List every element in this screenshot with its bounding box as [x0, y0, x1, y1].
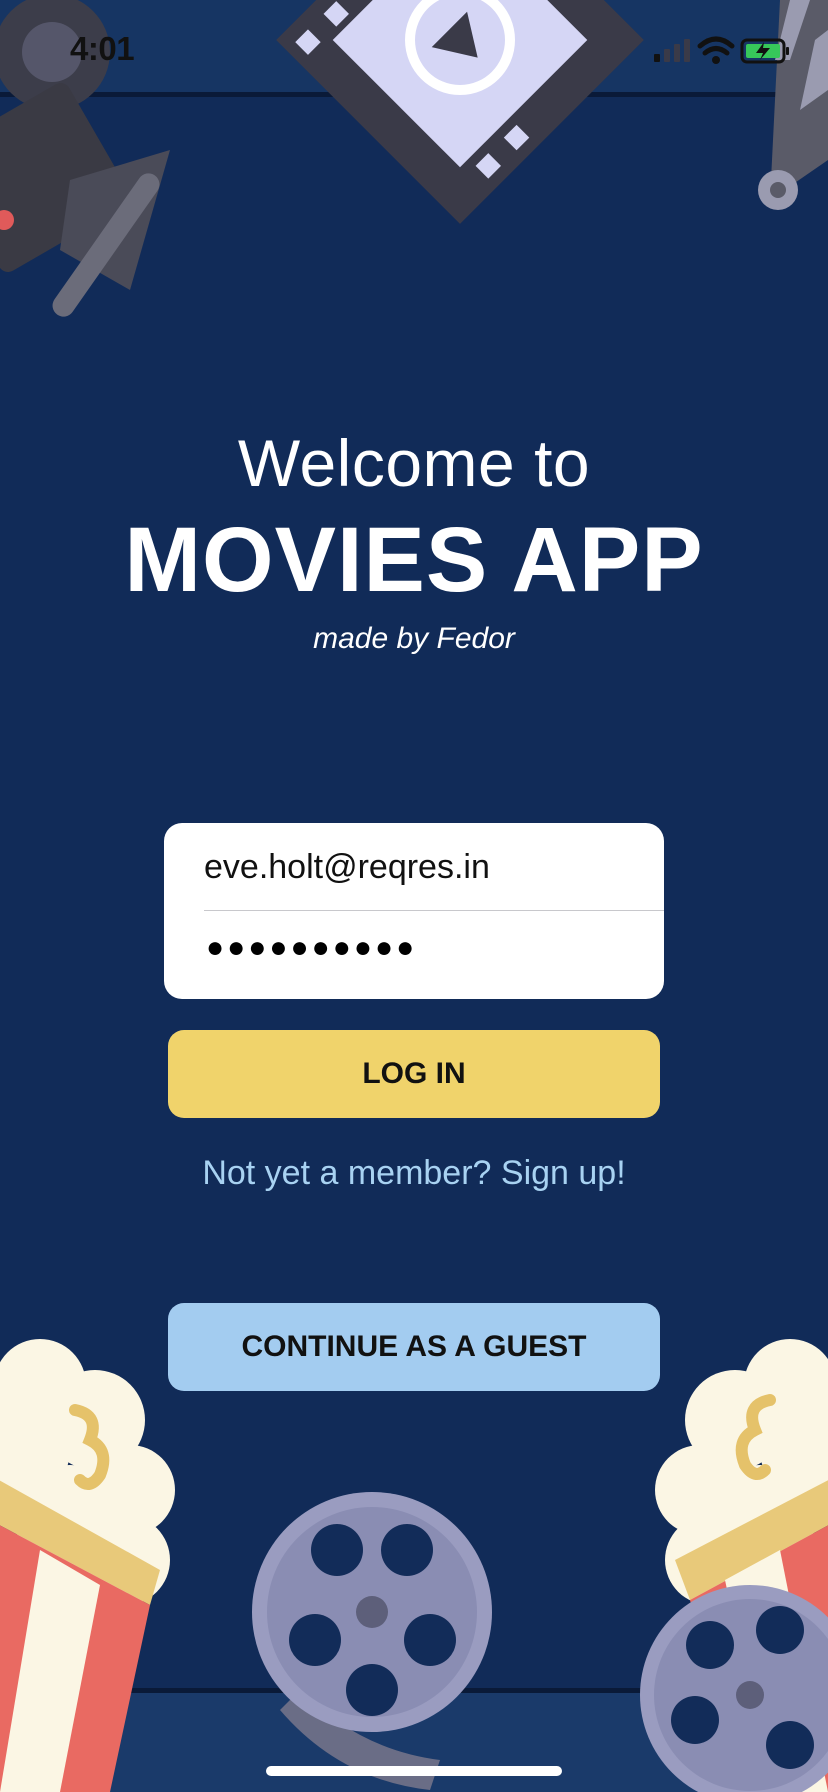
author-subtitle: made by Fedor [313, 622, 515, 655]
password-field[interactable]: ●●●●●●●●●● [206, 931, 417, 965]
film-reel-icon [640, 1585, 828, 1792]
login-screen: 4:01 Welcome to MOVIES APP made by Fedor… [0, 0, 828, 1792]
status-bar-time: 4:01 [70, 30, 135, 67]
home-indicator [266, 1766, 562, 1776]
field-divider [204, 910, 664, 911]
login-form-card: ●●●●●●●●●● [164, 823, 664, 999]
welcome-heading: Welcome to [237, 426, 591, 500]
signup-link[interactable]: Not yet a member? Sign up! [0, 1154, 828, 1193]
app-title: MOVIES APP [124, 509, 704, 611]
film-frame-icon [276, 0, 644, 224]
continue-as-guest-button[interactable]: CONTINUE AS A GUEST [168, 1303, 660, 1391]
email-field[interactable] [204, 843, 644, 891]
login-button[interactable]: LOG IN [168, 1030, 660, 1118]
